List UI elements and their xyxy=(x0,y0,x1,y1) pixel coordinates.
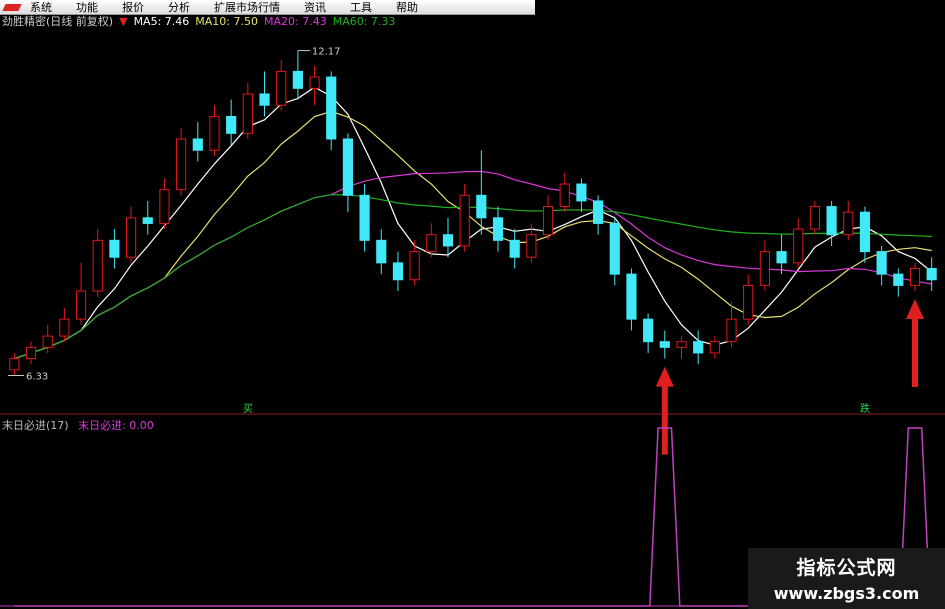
candle-body xyxy=(709,341,720,354)
candle-body xyxy=(192,138,203,151)
indicator-name: 末日必进(17) xyxy=(2,419,69,432)
candle-body xyxy=(626,273,637,320)
candle-body xyxy=(459,194,470,247)
alert-icon: ▼ xyxy=(119,14,128,28)
indicator-value: 末日必进: 0.00 xyxy=(78,419,154,432)
signal-markers: 12.17 6.33 买 跌 xyxy=(8,47,924,455)
candle-body xyxy=(593,200,604,224)
candle-body xyxy=(526,234,537,258)
ma5-value: MA5: 7.46 xyxy=(133,14,190,28)
buy-arrow-head xyxy=(655,366,674,387)
candle-body xyxy=(75,290,87,320)
candle-body xyxy=(776,251,787,264)
candle-body xyxy=(859,211,871,253)
candle-body xyxy=(292,70,303,89)
candle-body xyxy=(843,211,854,236)
candle-body xyxy=(25,346,37,360)
candle-body xyxy=(9,358,20,371)
candle-body xyxy=(242,93,253,134)
candle-body xyxy=(876,251,887,275)
candle-body xyxy=(126,217,137,258)
candle-body xyxy=(159,189,170,224)
watermark-title: 指标公式网 xyxy=(796,557,897,579)
candle-body xyxy=(42,335,53,348)
candle-body xyxy=(309,76,320,89)
candle-body xyxy=(826,206,837,236)
candle-body xyxy=(809,206,820,230)
candle-body xyxy=(326,76,337,140)
candle-body xyxy=(176,138,187,191)
ma20-line xyxy=(14,170,932,360)
candle-body xyxy=(676,341,687,348)
candle-body xyxy=(92,239,103,292)
stock-title: 劲胜精密(日线 前复权) xyxy=(2,15,114,28)
menu-item-news[interactable]: 资讯 xyxy=(304,0,326,15)
ma60-value: MA60: 7.33 xyxy=(332,14,396,28)
menu-item-quote[interactable]: 报价 xyxy=(122,0,144,15)
candle-body xyxy=(59,318,70,337)
menu-item-help[interactable]: 帮助 xyxy=(396,0,418,15)
candle-body xyxy=(276,70,287,106)
candle-body xyxy=(609,222,620,275)
buy-signal-label: 买 xyxy=(243,403,253,415)
candle-body xyxy=(392,262,404,281)
candle-body xyxy=(342,138,353,196)
candle-body xyxy=(209,115,220,151)
candle-body xyxy=(926,267,937,281)
watermark-url: www.zbgs3.com xyxy=(773,584,920,603)
buy-arrow-shaft xyxy=(661,384,668,455)
menu-item-tools[interactable]: 工具 xyxy=(350,0,372,15)
menu-item-extended-market[interactable]: 扩展市场行情 xyxy=(214,0,280,15)
candle-body xyxy=(559,183,570,208)
buy-arrow-head xyxy=(905,299,924,320)
candle-body xyxy=(442,234,454,247)
candle-body xyxy=(576,183,587,202)
candle-body xyxy=(359,194,370,241)
candle-body xyxy=(476,194,487,219)
candle-body xyxy=(492,217,504,241)
candle-body xyxy=(509,239,520,258)
app-logo-icon xyxy=(2,1,24,13)
candle-body xyxy=(726,318,737,343)
candle-body xyxy=(909,267,921,286)
candle-body xyxy=(643,318,654,343)
candles xyxy=(9,50,937,376)
ma-info-bar: 劲胜精密(日线 前复权) ▼ MA5: 7.46 MA10: 7.50 MA20… xyxy=(2,14,401,29)
sell-signal-label: 跌 xyxy=(860,402,870,415)
ma10-value: MA10: 7.50 xyxy=(195,14,258,28)
menu-item-analysis[interactable]: 分析 xyxy=(168,0,190,15)
ma20-value: MA20: 7.43 xyxy=(264,14,327,28)
high-price-label: 12.17 xyxy=(312,47,341,58)
candle-body xyxy=(893,273,904,286)
candle-body xyxy=(376,239,387,264)
candle-body xyxy=(793,228,804,264)
candle-body xyxy=(426,234,437,253)
watermark: 指标公式网 www.zbgs3.com xyxy=(748,548,945,609)
candle-body xyxy=(142,217,153,224)
candle-body xyxy=(759,251,770,286)
candle-body xyxy=(259,93,270,106)
candle-body xyxy=(226,115,237,134)
candlestick-chart: 12.17 6.33 买 跌 xyxy=(0,47,945,607)
candle-body xyxy=(542,206,554,236)
candle-body xyxy=(109,239,120,258)
indicator-info-bar: 末日必进(17) 末日必进: 0.00 xyxy=(2,417,160,433)
candle-body xyxy=(693,341,704,354)
candle-body xyxy=(659,341,670,348)
buy-arrow-shaft xyxy=(911,317,918,388)
candle-body xyxy=(409,251,420,281)
candle-body xyxy=(743,284,754,320)
low-price-label: 6.33 xyxy=(26,371,48,382)
